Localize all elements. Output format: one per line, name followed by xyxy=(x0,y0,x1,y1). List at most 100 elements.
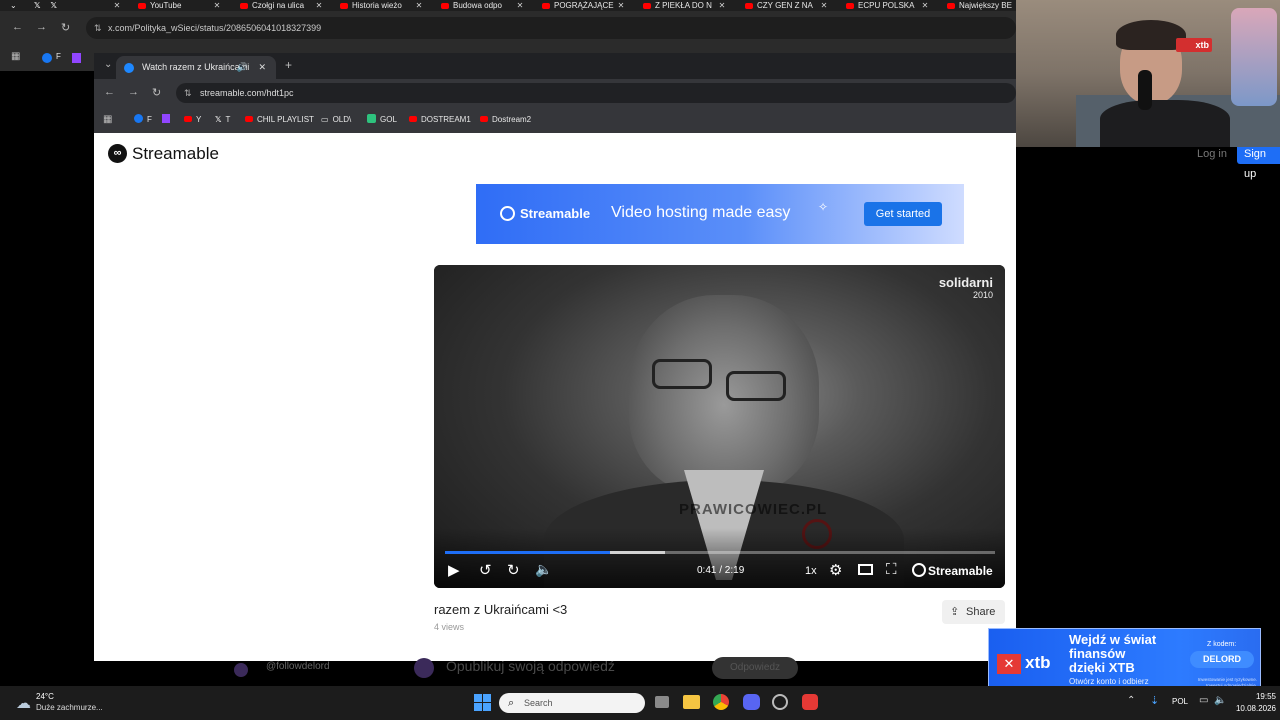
outer-url-bar[interactable]: ⇅ x.com/Polityka_wSieci/status/208650604… xyxy=(86,17,1016,39)
bookmark-f[interactable]: F xyxy=(56,52,61,61)
outer-tab-6[interactable]: Z PIEKŁA DO N ✕ xyxy=(643,0,727,11)
settings-gear-icon[interactable]: ⚙ xyxy=(829,561,842,579)
outer-tab-2[interactable]: Czołgi na ulica ✕ xyxy=(240,0,324,11)
speaker-icon[interactable]: 🔊 xyxy=(237,56,248,79)
back-icon[interactable]: ← xyxy=(104,86,115,98)
fast-forward-icon[interactable]: ↻ xyxy=(507,561,520,579)
back-icon[interactable]: ← xyxy=(12,21,23,33)
outer-tab-4[interactable]: Budowa odpo ✕ xyxy=(441,0,525,11)
app-red-icon[interactable] xyxy=(802,694,818,710)
streamable-logo-icon xyxy=(500,206,515,221)
close-icon[interactable]: ✕ xyxy=(258,56,266,79)
close-icon[interactable]: ✕ xyxy=(414,0,424,11)
play-icon[interactable]: ▶ xyxy=(448,561,460,579)
banner-brand: Streamable xyxy=(520,206,591,221)
x-logo-icon: 𝕏 xyxy=(50,1,57,10)
reply-button[interactable]: Odpowiedz xyxy=(712,657,798,679)
forward-icon[interactable]: → xyxy=(36,21,47,33)
youtube-icon xyxy=(240,3,248,9)
close-icon[interactable]: ✕ xyxy=(314,0,324,11)
close-icon[interactable]: ✕ xyxy=(212,0,222,11)
outer-tab-x[interactable]: 𝕏𝕏 ✕ xyxy=(34,0,122,11)
windows-start-icon[interactable] xyxy=(474,694,491,711)
clock-date[interactable]: 10.08.2026 xyxy=(1228,704,1276,713)
youtube-icon xyxy=(480,116,488,122)
site-info-icon[interactable]: ⇅ xyxy=(94,17,102,39)
outer-toolbar: ← → ↻ ⇅ x.com/Polityka_wSieci/status/208… xyxy=(0,11,1016,45)
signup-button[interactable]: Sign up xyxy=(1237,144,1280,180)
bookmark-dostream1[interactable]: DOSTREAM1 xyxy=(409,107,471,133)
facebook-icon[interactable] xyxy=(42,53,52,63)
weather-temp[interactable]: 24°C xyxy=(36,692,54,701)
fullscreen-icon[interactable]: ⛶ xyxy=(886,561,897,578)
close-icon[interactable]: ✕ xyxy=(717,0,727,11)
outer-tab-9[interactable]: Największy BE xyxy=(947,0,1017,11)
streamable-logo-icon: ∞ xyxy=(108,144,127,163)
apps-grid-icon[interactable]: ▦ xyxy=(103,107,112,133)
bookmark-old-folder[interactable]: ▭ OLD\ xyxy=(321,107,351,133)
inner-url-text: streamable.com/hdt1pc xyxy=(200,88,294,98)
app-icon[interactable] xyxy=(772,694,788,710)
close-icon[interactable]: ✕ xyxy=(819,0,829,11)
weather-cloud-icon[interactable]: ☁ xyxy=(16,694,31,712)
outer-tab-3[interactable]: Historia wieżo ✕ xyxy=(340,0,424,11)
network-arrows-icon[interactable]: ⇣ xyxy=(1150,694,1159,707)
player-brand[interactable]: Streamable xyxy=(928,564,993,578)
bookmark-t[interactable]: 𝕏T xyxy=(215,107,230,133)
outer-tab-7[interactable]: CZY GEN Z NA ✕ xyxy=(745,0,829,11)
bookmark-y[interactable]: Y xyxy=(184,107,201,133)
weather-desc[interactable]: Duże zachmurze... xyxy=(36,703,103,712)
reload-icon[interactable]: ↻ xyxy=(61,21,70,34)
youtube-icon xyxy=(441,3,449,9)
bookmark-f[interactable]: F xyxy=(134,107,152,133)
login-link[interactable]: Log in xyxy=(1197,148,1227,160)
progress-track[interactable] xyxy=(445,551,995,554)
outer-tab-5[interactable]: POGRĄŻAJĄCE ✕ xyxy=(542,0,626,11)
inner-toolbar: ← → ↻ ⇅ streamable.com/hdt1pc xyxy=(94,79,1016,107)
bookmark-dostream2[interactable]: Dostream2 xyxy=(480,107,531,133)
rewind-icon[interactable]: ↺ xyxy=(479,561,492,579)
share-button[interactable]: ⇪ Share xyxy=(942,600,1005,624)
close-icon[interactable]: ✕ xyxy=(920,0,930,11)
streamable-banner-ad[interactable]: Streamable Video hosting made easy ✧ Get… xyxy=(476,184,964,244)
avatar xyxy=(234,663,248,677)
apps-grid-icon[interactable]: ▦ xyxy=(11,51,20,62)
x-logo-icon: 𝕏 xyxy=(215,115,222,124)
volume-icon[interactable]: 🔈 xyxy=(1214,695,1226,706)
close-icon[interactable]: ✕ xyxy=(515,0,525,11)
video-title: razem z Ukraińcami <3 xyxy=(434,602,568,617)
clock-time[interactable]: 19:55 xyxy=(1243,692,1276,701)
microphone xyxy=(1138,70,1152,110)
display-icon[interactable]: ▭ xyxy=(1199,695,1208,706)
inner-active-tab[interactable]: Watch razem z Ukraińcami 🔊 ✕ xyxy=(116,56,276,79)
get-started-button[interactable]: Get started xyxy=(864,202,942,226)
twitch-icon[interactable] xyxy=(162,107,170,133)
bookmark-chil-playlist[interactable]: CHIL PLAYLIST xyxy=(245,107,314,133)
inner-url-bar[interactable]: ⇅ streamable.com/hdt1pc xyxy=(176,83,1016,103)
outer-tab-1[interactable]: YouTube ✕ xyxy=(138,0,222,11)
bookmark-gol[interactable]: GOL xyxy=(367,107,397,133)
file-explorer-icon[interactable] xyxy=(683,695,700,709)
volume-icon[interactable]: 🔈 xyxy=(535,561,552,578)
twitch-icon[interactable] xyxy=(72,53,81,63)
task-view-icon[interactable] xyxy=(655,696,669,708)
tab-list-button[interactable]: ⌄ xyxy=(104,59,112,70)
streamable-logo-icon xyxy=(912,563,926,577)
close-icon[interactable]: ✕ xyxy=(616,0,626,11)
video-player[interactable]: solidarni 2010 PRAWICOWIEC.PL ▶ ↺ ↻ 🔈 0:… xyxy=(434,265,1005,588)
forward-icon[interactable]: → xyxy=(128,86,139,98)
outer-tab-8[interactable]: ECPU POLSKA ✕ xyxy=(846,0,930,11)
reply-input[interactable]: Opublikuj swoją odpowiedź xyxy=(446,658,615,674)
chrome-icon[interactable] xyxy=(713,694,729,710)
discord-icon[interactable] xyxy=(743,694,760,710)
site-info-icon[interactable]: ⇅ xyxy=(184,83,192,103)
playback-speed-button[interactable]: 1x xyxy=(805,565,817,577)
taskbar-search[interactable]: ⌕ Search xyxy=(499,693,645,713)
picture-in-picture-icon[interactable] xyxy=(858,564,873,575)
language-indicator[interactable]: POL xyxy=(1172,697,1188,706)
reload-icon[interactable]: ↻ xyxy=(152,86,161,99)
tab-list-button[interactable]: ⌄ xyxy=(10,0,24,11)
chevron-up-icon[interactable]: ⌃ xyxy=(1127,695,1135,706)
new-tab-icon[interactable]: + xyxy=(285,58,292,72)
close-icon[interactable]: ✕ xyxy=(112,0,122,11)
